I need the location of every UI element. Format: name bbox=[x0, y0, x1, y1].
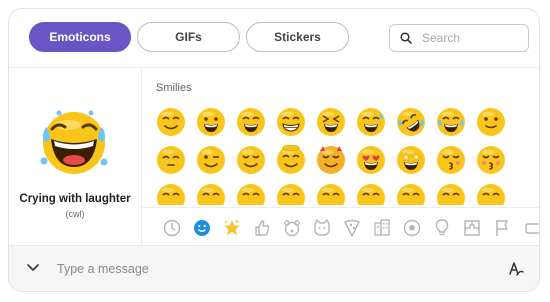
emoticon-slight-smile[interactable] bbox=[476, 107, 506, 137]
emoticon-devil[interactable] bbox=[316, 145, 346, 175]
clock-icon[interactable] bbox=[162, 218, 182, 238]
search-icon bbox=[400, 32, 412, 44]
pizza-icon[interactable] bbox=[342, 218, 362, 238]
emoticon-partial-1[interactable] bbox=[156, 183, 186, 205]
tab-gifs[interactable]: GIFs bbox=[137, 22, 240, 52]
emoticon-partial-9[interactable] bbox=[476, 183, 506, 205]
picker-tabs: Emoticons GIFs Stickers bbox=[9, 9, 539, 68]
emoticon-laugh[interactable] bbox=[276, 107, 306, 137]
message-input[interactable] bbox=[55, 261, 479, 277]
star-icon[interactable] bbox=[222, 218, 242, 238]
emoticon-crying-with-laughter[interactable] bbox=[436, 107, 466, 137]
preview-title: Crying with laughter bbox=[19, 193, 131, 205]
building-icon[interactable] bbox=[372, 218, 392, 238]
emoticon-kissing-closed-eyes[interactable] bbox=[476, 145, 506, 175]
category-bar bbox=[142, 207, 539, 246]
emoticon-partial-8[interactable] bbox=[436, 183, 466, 205]
emoticon-happy[interactable] bbox=[236, 145, 266, 175]
section-label: Smilies bbox=[156, 82, 192, 94]
emoticon-rofl[interactable] bbox=[396, 107, 426, 137]
emoticon-big-smile[interactable] bbox=[196, 107, 226, 137]
emoticon-heart-eyes[interactable] bbox=[356, 145, 386, 175]
emoticon-partial-6[interactable] bbox=[356, 183, 386, 205]
message-composer bbox=[9, 245, 539, 291]
rectangle-icon[interactable] bbox=[522, 218, 539, 238]
emoticon-wink[interactable] bbox=[196, 145, 226, 175]
emoticon-grid bbox=[156, 107, 536, 205]
search-box[interactable] bbox=[389, 24, 529, 52]
emoticon-star-struck[interactable] bbox=[396, 145, 426, 175]
emoticon-partial-4[interactable] bbox=[276, 183, 306, 205]
lightbulb-icon[interactable] bbox=[432, 218, 452, 238]
crying-with-laughter-emoji bbox=[38, 105, 110, 182]
search-input[interactable] bbox=[420, 30, 524, 46]
cat-face-icon[interactable] bbox=[312, 218, 332, 238]
puzzle-icon[interactable] bbox=[462, 218, 482, 238]
emoticon-squint-laugh[interactable] bbox=[316, 107, 346, 137]
tab-stickers[interactable]: Stickers bbox=[246, 22, 349, 52]
emoticon-smile[interactable] bbox=[156, 107, 186, 137]
emoticon-grin[interactable] bbox=[236, 107, 266, 137]
text-format-icon[interactable] bbox=[507, 260, 525, 278]
emoticon-partial-7[interactable] bbox=[396, 183, 426, 205]
emoticon-picker: Emoticons GIFs Stickers Search Crying wi… bbox=[8, 8, 540, 292]
smiley-icon[interactable] bbox=[192, 218, 212, 238]
thumbs-up-icon[interactable] bbox=[252, 218, 272, 238]
emoticon-browser: Smilies bbox=[142, 67, 539, 246]
emoticon-sleepy[interactable] bbox=[156, 145, 186, 175]
soccer-ball-icon[interactable] bbox=[402, 218, 422, 238]
emoticon-angel[interactable] bbox=[276, 144, 306, 175]
emoticon-sweat-smile[interactable] bbox=[356, 107, 386, 137]
emoticon-partial-2[interactable] bbox=[196, 183, 226, 205]
preview-shortcut: (cwl) bbox=[65, 209, 85, 219]
chevron-down-icon[interactable] bbox=[26, 263, 40, 273]
tab-emoticons[interactable]: Emoticons bbox=[29, 22, 131, 52]
bear-icon[interactable] bbox=[282, 218, 302, 238]
emoticon-partial-5[interactable] bbox=[316, 183, 346, 205]
emoticon-preview: Crying with laughter (cwl) bbox=[9, 67, 142, 245]
emoticon-partial-3[interactable] bbox=[236, 183, 266, 205]
emoticon-kiss[interactable] bbox=[436, 145, 466, 175]
flag-icon[interactable] bbox=[492, 218, 512, 238]
